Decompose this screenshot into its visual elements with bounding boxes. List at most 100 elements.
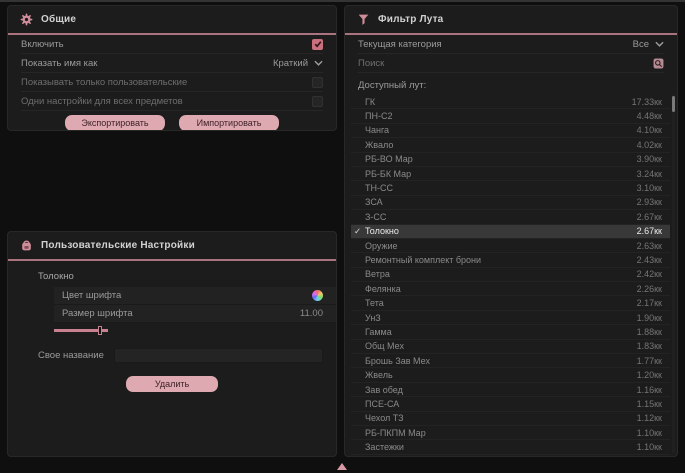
- loot-row[interactable]: РБ-БК Мар 3.24кк: [351, 167, 670, 181]
- loot-row[interactable]: Тета 2.17кк: [351, 296, 670, 310]
- loot-row[interactable]: Жвало 4.02кк: [351, 138, 670, 152]
- loot-item-value: 1.90кк: [637, 313, 662, 323]
- custom-name-row: Свое название: [38, 348, 323, 363]
- loot-item-name: Гамма: [365, 327, 392, 337]
- loot-row[interactable]: Ветра 2.42кк: [351, 268, 670, 282]
- slider-handle[interactable]: [98, 326, 102, 335]
- loot-item-name: Зав обед: [365, 385, 403, 395]
- loot-row[interactable]: УнЗ 1.90кк: [351, 311, 670, 325]
- custom-name-input[interactable]: [114, 348, 323, 363]
- loot-item-name: ПСЕ-СА: [365, 399, 399, 409]
- loot-row[interactable]: Оружие 2.63кк: [351, 239, 670, 253]
- panel-general: Общие Включить Показать имя как Краткий …: [7, 5, 337, 131]
- search-icon[interactable]: [653, 58, 664, 69]
- loot-item-value: 3.24кк: [637, 169, 662, 179]
- loot-item-value: 4.48кк: [637, 111, 662, 121]
- custom-name-label: Свое название: [38, 350, 104, 361]
- same-for-all-checkbox[interactable]: [312, 96, 323, 107]
- loot-item-name: РБ-БК Мар: [365, 169, 411, 179]
- loot-item-name: Ветра: [365, 269, 390, 279]
- font-size-slider[interactable]: [54, 329, 108, 332]
- enable-checkbox[interactable]: [312, 39, 323, 50]
- chevron-down-icon: [655, 41, 664, 47]
- category-dropdown[interactable]: Все: [633, 39, 664, 50]
- category-value: Все: [633, 39, 649, 50]
- loot-row[interactable]: ПСЕ-СА 1.15кк: [351, 397, 670, 411]
- only-custom-label: Показывать только пользовательские: [21, 77, 187, 88]
- loot-item-value: 2.67кк: [637, 226, 662, 236]
- loot-row[interactable]: 0.2BTC 1.05кк: [351, 455, 670, 457]
- loot-row[interactable]: Толокно 2.67кк: [351, 225, 670, 239]
- loot-item-value: 1.15кк: [637, 399, 662, 409]
- loot-row[interactable]: РБ-ПКПМ Мар 1.10кк: [351, 426, 670, 440]
- loot-item-name: РБ-ПКПМ Мар: [365, 428, 426, 438]
- panel-custom-title: Пользовательские Настройки: [41, 240, 195, 251]
- loot-row[interactable]: Ремонтный комплект брони 2.43кк: [351, 253, 670, 267]
- loot-item-value: 4.10кк: [637, 125, 662, 135]
- enable-row: Включить: [21, 35, 323, 54]
- loot-item-value: 2.67кк: [637, 212, 662, 222]
- loot-row[interactable]: ПН-С2 4.48кк: [351, 109, 670, 123]
- chevron-down-icon: [314, 60, 323, 66]
- funnel-icon: [357, 13, 370, 26]
- only-custom-checkbox[interactable]: [312, 77, 323, 88]
- name-as-value: Краткий: [273, 58, 308, 69]
- loot-item-name: ТН-СС: [365, 183, 393, 193]
- loot-scrollbar-thumb[interactable]: [672, 96, 675, 112]
- loot-item-name: Ремонтный комплект брони: [365, 255, 481, 265]
- only-custom-row: Показывать только пользовательские: [21, 73, 323, 92]
- import-button[interactable]: Импортировать: [179, 115, 279, 131]
- font-size-value: 11.00: [300, 308, 323, 319]
- loot-item-name: Тета: [365, 298, 384, 308]
- search-input[interactable]: [358, 58, 653, 69]
- loot-item-value: 3.10кк: [637, 183, 662, 193]
- panel-custom-header: Пользовательские Настройки: [8, 232, 336, 261]
- loot-row[interactable]: ГК 17.33кк: [351, 95, 670, 109]
- loot-item-name: Жвель: [365, 370, 393, 380]
- loot-row[interactable]: Общ Мех 1.83кк: [351, 340, 670, 354]
- loot-item-value: 1.77кк: [637, 356, 662, 366]
- loot-row[interactable]: З-СС 2.67кк: [351, 210, 670, 224]
- selected-item-name: Толокно: [38, 271, 323, 282]
- loot-item-name: РБ-ВО Мар: [365, 154, 413, 164]
- color-wheel-icon[interactable]: [312, 290, 323, 301]
- loot-item-value: 2.26кк: [637, 284, 662, 294]
- name-as-row: Показать имя как Краткий: [21, 54, 323, 73]
- loot-item-value: 1.12кк: [637, 413, 662, 423]
- loot-row[interactable]: РБ-ВО Мар 3.90кк: [351, 153, 670, 167]
- loot-row[interactable]: Чехол ТЗ 1.12кк: [351, 412, 670, 426]
- loot-item-name: Общ Мех: [365, 341, 404, 351]
- font-size-row: Размер шрифта 11.00: [54, 305, 336, 323]
- loot-item-name: ПН-С2: [365, 111, 392, 121]
- loot-row[interactable]: ЗСА 2.93кк: [351, 196, 670, 210]
- loot-row[interactable]: Застежки 1.10кк: [351, 440, 670, 454]
- loot-list: ГК 17.33кк ПН-С2 4.48кк Чанга 4.10кк Жва…: [351, 95, 670, 457]
- loot-row[interactable]: ТН-СС 3.10кк: [351, 181, 670, 195]
- loot-scrollbar[interactable]: [672, 94, 675, 453]
- panel-loot-filter: Фильтр Лута Текущая категория Все Доступ…: [344, 5, 678, 457]
- loot-item-value: 2.63кк: [637, 241, 662, 251]
- loot-row[interactable]: Чанга 4.10кк: [351, 124, 670, 138]
- delete-button[interactable]: Удалить: [126, 376, 218, 392]
- loot-row[interactable]: Жвель 1.20кк: [351, 368, 670, 382]
- export-button[interactable]: Экспортировать: [65, 115, 165, 131]
- loot-item-name: Застежки: [365, 442, 404, 452]
- name-as-dropdown[interactable]: Краткий: [273, 58, 323, 69]
- loot-item-name: УнЗ: [365, 313, 381, 323]
- loot-item-name: 0.2BTC: [365, 456, 396, 457]
- check-icon: [314, 40, 322, 48]
- loot-item-value: 2.17кк: [637, 298, 662, 308]
- available-loot-label: Доступный лут:: [358, 80, 664, 91]
- enable-label: Включить: [21, 39, 64, 50]
- loot-row[interactable]: Гамма 1.88кк: [351, 325, 670, 339]
- collapse-handle-icon[interactable]: [337, 463, 347, 470]
- loot-row[interactable]: Брошь Зав Мех 1.77кк: [351, 354, 670, 368]
- loot-row[interactable]: Фелянка 2.26кк: [351, 282, 670, 296]
- check-icon: [354, 226, 361, 237]
- loot-item-name: ГК: [365, 97, 375, 107]
- font-color-label: Цвет шрифта: [62, 290, 121, 301]
- panel-filter-title: Фильтр Лута: [378, 14, 443, 25]
- category-row: Текущая категория Все: [358, 35, 664, 54]
- loot-row[interactable]: Зав обед 1.16кк: [351, 383, 670, 397]
- general-buttons-row: Экспортировать Импортировать: [8, 115, 336, 131]
